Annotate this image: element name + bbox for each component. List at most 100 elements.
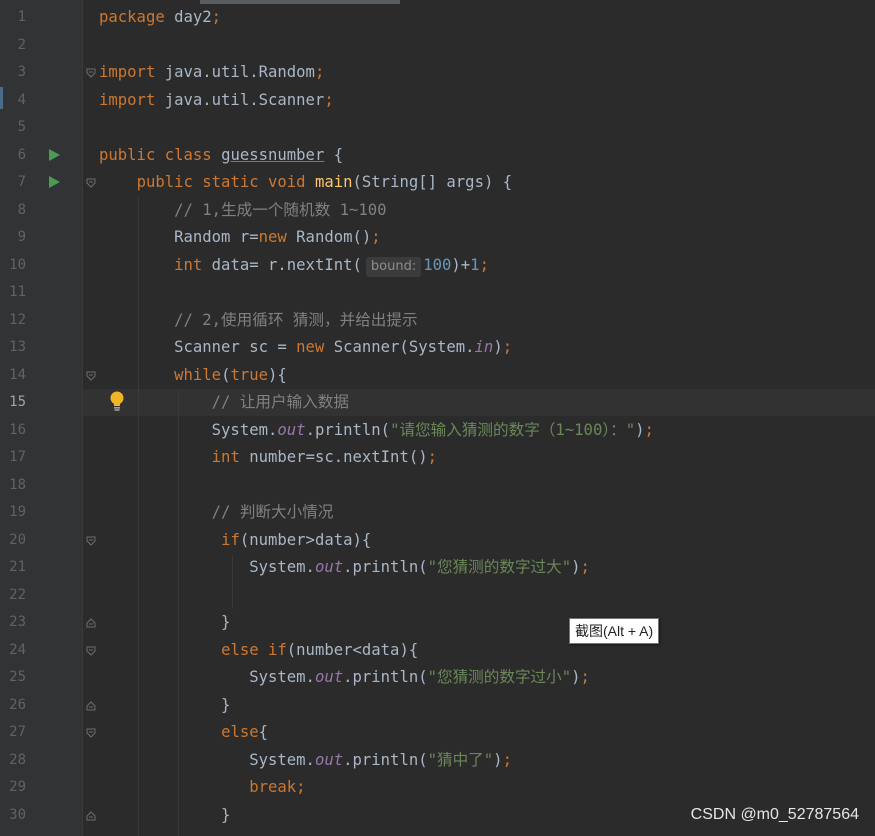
code-text: public static void main(String[] args) { — [99, 169, 513, 196]
code-token: new — [296, 338, 334, 356]
code-token: } — [99, 805, 231, 824]
code-line[interactable]: 16 System.out.println("请您输入猜测的数字（1~100）：… — [0, 417, 875, 444]
fold-open-icon[interactable] — [86, 536, 96, 546]
code-line[interactable]: 22 — [0, 582, 875, 609]
code-token: java.util.Random — [164, 63, 315, 81]
code-token: ) — [493, 750, 503, 769]
line-number: 15 — [9, 394, 26, 410]
code-line[interactable]: 17 int number=sc.nextInt(); — [0, 444, 875, 471]
code-token: 1 — [470, 255, 480, 274]
code-text: Random r=new Random(); — [99, 224, 381, 251]
code-token: package — [99, 8, 175, 26]
code-line[interactable]: 3 import java.util.Random; — [0, 59, 875, 86]
code-token: int — [174, 255, 212, 274]
lightbulb-icon[interactable] — [108, 390, 126, 412]
code-text: else{ — [99, 719, 268, 746]
code-line[interactable]: 26 } — [0, 692, 875, 719]
code-token: .println( — [343, 750, 428, 769]
code-line[interactable]: 6 public class guessnumber { — [0, 142, 875, 169]
code-line[interactable]: 9 Random r=new Random(); — [0, 224, 875, 251]
code-line[interactable]: 8 // 1,生成一个随机数 1~100 — [0, 197, 875, 224]
code-line[interactable]: 7 public static void main(String[] args)… — [0, 169, 875, 196]
run-icon[interactable] — [49, 148, 60, 161]
code-token: } — [99, 695, 231, 714]
code-text: // 2,使用循环 猜测，并给出提示 — [99, 307, 417, 334]
code-token: java.util.Scanner — [164, 90, 325, 109]
code-text: import java.util.Random; — [99, 59, 324, 86]
code-text: System.out.println("请您输入猜测的数字（1~100）："); — [99, 417, 654, 444]
code-token: "猜中了" — [427, 750, 494, 769]
code-line[interactable]: 28 System.out.println("猜中了"); — [0, 747, 875, 774]
code-line[interactable]: 18 — [0, 472, 875, 499]
code-line[interactable]: 19 // 判断大小情况 — [0, 499, 875, 526]
code-token: number=sc.nextInt() — [249, 448, 428, 466]
code-token: ; — [502, 338, 513, 356]
code-text: Scanner sc = new Scanner(System.in); — [99, 334, 512, 361]
code-text: else if(number<data){ — [99, 637, 418, 664]
code-token: main — [314, 173, 353, 191]
code-line[interactable]: 5 — [0, 114, 875, 141]
code-line[interactable]: 25 System.out.println("您猜测的数字过小"); — [0, 664, 875, 691]
code-token: 100 — [423, 255, 452, 274]
code-line[interactable]: 23 } — [0, 609, 875, 636]
code-line[interactable]: 14 while(true){ — [0, 362, 875, 389]
line-number: 10 — [9, 256, 26, 273]
fold-open-icon[interactable] — [86, 68, 96, 78]
fold-open-icon[interactable] — [86, 728, 96, 738]
code-text: System.out.println("猜中了"); — [99, 747, 512, 774]
fold-open-icon[interactable] — [86, 178, 96, 188]
code-token: ; — [580, 558, 590, 576]
code-token: System. — [99, 558, 315, 576]
code-token: // 让用户输入数据 — [211, 393, 349, 411]
code-line[interactable]: 4 import java.util.Scanner; — [0, 87, 875, 114]
code-token: .println( — [343, 668, 428, 686]
code-token: "请您输入猜测的数字（1~100）：" — [390, 420, 636, 439]
code-token: Scanner(System. — [333, 338, 475, 356]
code-token: ; — [314, 63, 325, 81]
code-text: } — [99, 802, 230, 829]
fold-close-icon[interactable] — [86, 700, 96, 711]
code-token: // 判断大小情况 — [211, 503, 334, 521]
code-line[interactable]: 1 package day2; — [0, 4, 875, 31]
code-line[interactable]: 27 else{ — [0, 719, 875, 746]
fold-close-icon[interactable] — [86, 810, 96, 821]
code-token: (number<data){ — [286, 640, 419, 659]
code-token: public static void — [136, 173, 315, 191]
line-number: 9 — [17, 229, 26, 245]
code-line[interactable]: 29 break; — [0, 774, 875, 801]
code-line[interactable]: 21 System.out.println("您猜测的数字过大"); — [0, 554, 875, 581]
line-number: 17 — [9, 449, 26, 465]
code-line[interactable]: 24 else if(number<data){ — [0, 637, 875, 664]
code-line[interactable]: 15 // 让用户输入数据 — [0, 389, 875, 416]
code-token: ) — [571, 558, 581, 576]
screenshot-tooltip: 截图(Alt + A) — [569, 618, 660, 644]
code-line[interactable]: 20 if(number>data){ — [0, 527, 875, 554]
code-line[interactable]: 13 Scanner sc = new Scanner(System.in); — [0, 334, 875, 361]
line-number: 1 — [17, 9, 26, 25]
code-line[interactable]: 2 — [0, 32, 875, 59]
code-token: else if — [221, 640, 287, 659]
code-token: { — [258, 723, 269, 741]
line-number: 21 — [9, 559, 26, 575]
fold-open-icon[interactable] — [86, 371, 96, 381]
code-token: { — [324, 145, 344, 164]
code-token: .println( — [343, 558, 428, 576]
line-number: 7 — [17, 174, 26, 190]
fold-open-icon[interactable] — [86, 646, 96, 656]
code-token: while — [174, 365, 222, 384]
fold-close-icon[interactable] — [86, 618, 96, 628]
code-line[interactable]: 11 — [0, 279, 875, 306]
code-token: ; — [479, 255, 489, 274]
line-number: 25 — [9, 669, 26, 685]
csdn-watermark: CSDN @m0_52787564 — [690, 806, 859, 823]
code-line[interactable]: 10 int data= r.nextInt(bound: 100)+1; — [0, 252, 875, 279]
code-token: int — [211, 448, 250, 466]
code-line[interactable]: 12 // 2,使用循环 猜测，并给出提示 — [0, 307, 875, 334]
line-number: 2 — [17, 36, 26, 53]
run-icon[interactable] — [49, 176, 60, 188]
code-token: Random() — [296, 228, 372, 246]
